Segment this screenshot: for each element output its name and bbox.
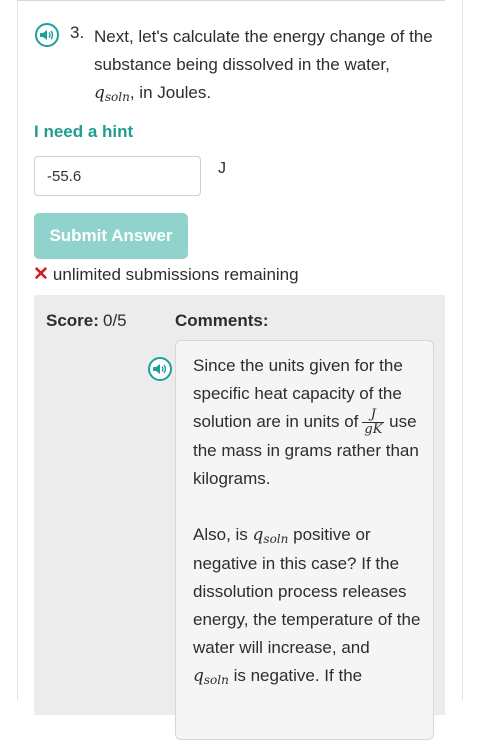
score-label: Score: (46, 311, 99, 330)
comment-p2-b: positive or negative in this case? If th… (193, 525, 421, 658)
comment-p2-a: Also, is (193, 525, 248, 545)
comment-p2-c: is negative. If the (233, 666, 363, 686)
comment-speaker-icon[interactable] (148, 357, 172, 381)
top-divider (17, 0, 445, 1)
submit-answer-button[interactable]: Submit Answer (34, 213, 188, 259)
hint-link[interactable]: I need a hint (34, 122, 133, 142)
question-text: Next, let's calculate the energy change … (94, 23, 444, 108)
comment-q-soln-symbol: qsoln (252, 525, 289, 547)
page-frame-left (17, 0, 18, 700)
units-fraction: JgK (362, 407, 385, 438)
score-value: 0/5 (103, 311, 127, 330)
submissions-remaining: ✕ unlimited submissions remaining (33, 263, 299, 286)
answer-unit: J (218, 160, 226, 177)
question-text-part1: Next, let's calculate the energy change … (94, 27, 433, 74)
submissions-remaining-text: unlimited submissions remaining (52, 264, 299, 284)
page-frame-right (462, 0, 463, 700)
speaker-icon[interactable] (35, 23, 59, 47)
answer-input[interactable] (34, 156, 201, 196)
comment-q-soln-symbol-2: qsoln (193, 666, 229, 688)
question-text-part2: , in Joules. (129, 83, 212, 102)
comment-text: Since the units given for the specific h… (193, 352, 425, 691)
x-icon: ✕ (33, 264, 49, 285)
comments-label: Comments: (175, 311, 269, 330)
q-soln-symbol: qsoln (94, 83, 130, 104)
question-number: 3. (70, 23, 85, 42)
